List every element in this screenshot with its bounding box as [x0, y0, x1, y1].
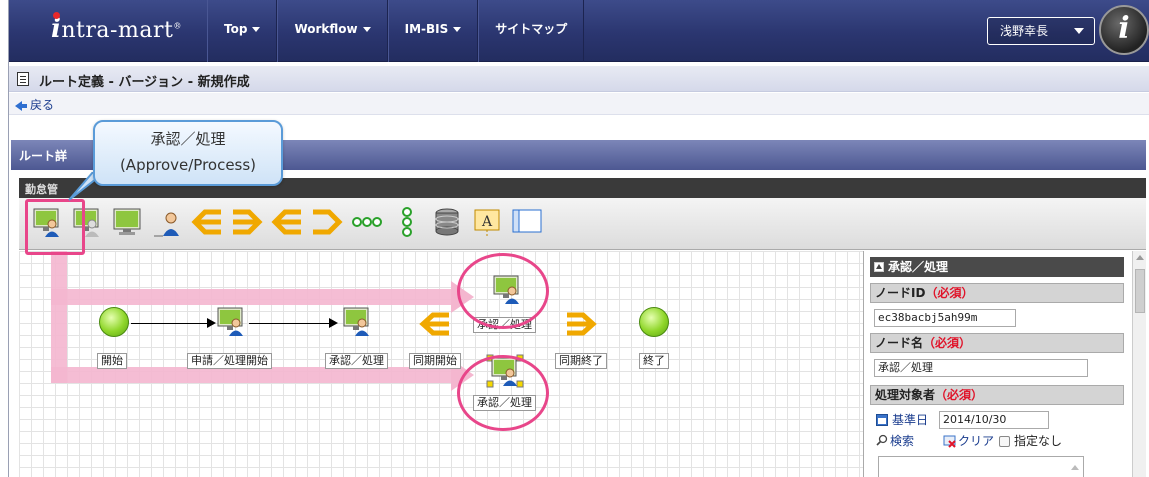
- main-nav: Top Workflow IM-BIS サイトマップ: [207, 0, 585, 62]
- branch-end-icon[interactable]: [231, 206, 263, 238]
- system-process-node-icon[interactable]: [111, 206, 143, 238]
- end-node-label: 終了: [639, 353, 669, 369]
- text-label-icon[interactable]: A: [471, 206, 503, 238]
- back-link[interactable]: 戻る: [15, 96, 54, 113]
- node-palette-toolbar: A: [19, 198, 1146, 250]
- user-menu-button[interactable]: 浅野幸長: [987, 17, 1095, 45]
- node-id-field[interactable]: ec38bacbj5ah99m: [874, 309, 1016, 327]
- scroll-thumb[interactable]: [1135, 269, 1145, 313]
- callout-line-1: 承認／処理: [150, 130, 226, 148]
- start-node-label: 開始: [97, 353, 127, 369]
- top-header: intra-mart® Top Workflow IM-BIS サイトマップ 浅…: [9, 0, 1149, 62]
- approve-process-callout: 承認／処理 (Approve/Process): [93, 120, 283, 186]
- approve-node-icon[interactable]: [341, 305, 373, 337]
- clear-icon[interactable]: [943, 434, 957, 448]
- arrow-head-icon: [329, 318, 338, 328]
- end-node[interactable]: [639, 307, 669, 337]
- sync-end-node-icon[interactable]: [565, 311, 597, 337]
- highlight-bottom-ellipse: [457, 355, 549, 431]
- search-link[interactable]: 検索: [890, 432, 914, 449]
- base-date-label: 基準日: [892, 413, 929, 427]
- nav-im-bis[interactable]: IM-BIS: [387, 0, 479, 62]
- nav-sitemap[interactable]: サイトマップ: [478, 0, 585, 62]
- flow-canvas[interactable]: 開始 申請／処理開始 承認／処理 同期開始 承認／処理 同期終了 終了 承認／処…: [19, 251, 864, 477]
- properties-header[interactable]: 承認／処理: [870, 257, 1124, 277]
- base-date-field[interactable]: 2014/10/30: [939, 411, 1049, 429]
- no-designation-checkbox[interactable]: [999, 436, 1010, 447]
- search-icon[interactable]: [876, 434, 888, 446]
- highlight-toolbar-box: [25, 199, 85, 255]
- calendar-icon[interactable]: [876, 414, 888, 426]
- properties-panel: 承認／処理 ノードID（必須） ec38bacbj5ah99m ノード名（必須）…: [866, 251, 1132, 477]
- section-title: ルート詳: [19, 149, 68, 163]
- back-arrow-icon: [15, 100, 22, 111]
- properties-scrollbar[interactable]: [1132, 251, 1146, 477]
- app-frame: intra-mart® Top Workflow IM-BIS サイトマップ 浅…: [8, 0, 1149, 477]
- swimlane-icon[interactable]: [511, 206, 543, 238]
- panel-title: 勤怠管: [25, 183, 58, 196]
- sync-start-icon[interactable]: [271, 206, 303, 238]
- no-designation-label: 指定なし: [1014, 434, 1063, 448]
- caret-down-icon: [1074, 28, 1084, 34]
- clear-link[interactable]: クリア: [958, 432, 994, 449]
- intra-mart-logo[interactable]: intra-mart®: [51, 14, 182, 44]
- start-node[interactable]: [99, 307, 129, 337]
- back-bar: 戻る: [9, 93, 1149, 115]
- approve-node-label: 承認／処理: [325, 353, 388, 369]
- target-user-label: 処理対象者（必須）: [870, 385, 1124, 405]
- flow-connector: [131, 323, 211, 324]
- branch-start-icon[interactable]: [191, 206, 223, 238]
- horizontal-line-icon[interactable]: [351, 206, 383, 238]
- svg-text:A: A: [481, 214, 493, 230]
- apply-node-label: 申請／処理開始: [187, 353, 272, 369]
- node-name-field[interactable]: 承認／処理: [874, 359, 1088, 377]
- flow-connector: [249, 323, 333, 324]
- scroll-up-icon[interactable]: [1136, 255, 1144, 260]
- apply-node-icon[interactable]: [215, 305, 247, 337]
- caret-down-icon: [252, 27, 261, 32]
- database-icon[interactable]: [431, 206, 463, 238]
- page-title-bar: ルート定義 - バージョン - 新規作成: [9, 66, 1149, 92]
- sync-end-node-label: 同期終了: [555, 353, 607, 369]
- document-icon: [17, 72, 29, 86]
- node-name-label: ノード名（必須）: [870, 333, 1124, 353]
- intra-mart-badge-icon[interactable]: i: [1099, 5, 1149, 55]
- collapse-icon[interactable]: [874, 262, 884, 272]
- caret-down-icon: [362, 27, 371, 32]
- scroll-up-icon[interactable]: [1071, 465, 1079, 470]
- nav-workflow[interactable]: Workflow: [277, 0, 388, 62]
- sync-start-node-label: 同期開始: [409, 353, 461, 369]
- page-title: ルート定義 - バージョン - 新規作成: [39, 75, 250, 90]
- nav-top[interactable]: Top: [207, 0, 278, 62]
- node-id-label: ノードID（必須）: [870, 283, 1124, 303]
- target-user-list[interactable]: [878, 456, 1084, 477]
- sync-start-node-icon[interactable]: [419, 311, 451, 337]
- sync-end-icon[interactable]: [311, 206, 343, 238]
- highlight-top-ellipse: [457, 253, 549, 329]
- caret-down-icon: [453, 27, 462, 32]
- user-node-icon[interactable]: [151, 206, 183, 238]
- vertical-line-icon[interactable]: [391, 206, 423, 238]
- callout-line-2: (Approve/Process): [119, 156, 257, 174]
